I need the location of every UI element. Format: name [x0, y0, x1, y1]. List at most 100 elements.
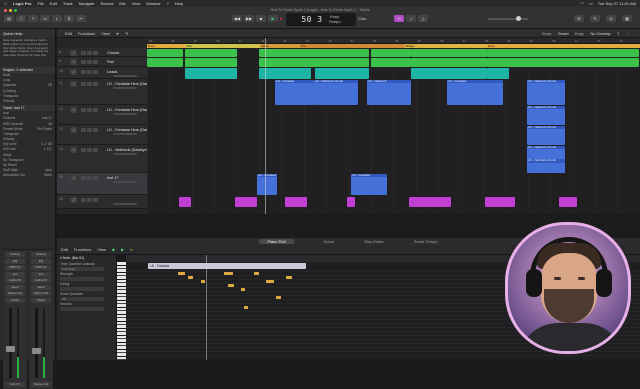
stop-button[interactable]: ■	[256, 15, 266, 22]
mute-button[interactable]	[81, 51, 86, 55]
strip-slot[interactable]: Stereo Out	[5, 291, 25, 296]
midi-note[interactable]	[201, 280, 205, 283]
midi-region[interactable]: LD - Nebhunk	[367, 79, 411, 105]
midi-region[interactable]: LD - Nebhunk Chunk	[314, 79, 358, 105]
midi-note[interactable]	[266, 280, 274, 283]
menu-clock[interactable]: Tue Sep 27 11:01 AM	[598, 1, 636, 6]
track-volume-slider[interactable]	[113, 181, 137, 183]
leads-region[interactable]	[259, 67, 311, 79]
midi-region[interactable]: LD - Fantasia	[257, 173, 277, 195]
mixer-button[interactable]: ⫼	[64, 15, 74, 22]
strip-slot[interactable]: Setting	[31, 252, 51, 257]
strip-slot[interactable]: Send	[5, 284, 25, 290]
volume-fader[interactable]	[6, 346, 15, 352]
midi-note[interactable]	[276, 296, 281, 299]
solo-button[interactable]	[87, 176, 92, 180]
pointer-tool-icon[interactable]: ➤	[116, 31, 119, 36]
midi-note[interactable]	[228, 284, 234, 287]
editors-button[interactable]: ✂	[76, 15, 86, 22]
zoom-window-button[interactable]	[14, 9, 17, 12]
solo-button[interactable]	[87, 198, 92, 202]
editor-functions-menu[interactable]: Functions	[74, 247, 91, 252]
drum-region[interactable]	[235, 197, 257, 207]
track-header[interactable]: 10 ♫ Leads	[57, 67, 147, 79]
track-header[interactable]: 14 ♫ LD - Nebhunk (Darksynth)	[57, 145, 151, 173]
mute-button[interactable]	[81, 60, 86, 64]
record-enable-button[interactable]	[93, 108, 98, 112]
tracks-view-menu[interactable]: View	[101, 31, 110, 36]
region-param-row[interactable]: Velocity	[0, 99, 55, 104]
record-enable-button[interactable]	[93, 198, 98, 202]
tab-step-editor[interactable]: Step Editor	[364, 239, 384, 244]
tracks-edit-menu[interactable]: Edit	[65, 31, 72, 36]
menu-navigate[interactable]: Navigate	[79, 1, 95, 6]
track-volume-slider[interactable]	[113, 133, 137, 135]
master-volume-slider[interactable]	[488, 16, 528, 21]
arrangement-marker[interactable]: Verse	[260, 44, 300, 48]
arrangement-area[interactable]: 33 35 37 39 41 43 45 47 49 51 53 55 57 59 61 63 65 67 69 71…	[147, 38, 640, 214]
track-name[interactable]: Pad	[107, 60, 114, 64]
cycle-button[interactable]: ⟲	[394, 15, 404, 22]
strip-slot[interactable]: Read	[31, 297, 51, 303]
midi-region[interactable]: LD - Fantasia	[351, 173, 387, 195]
midi-note[interactable]	[188, 276, 193, 279]
minimize-window-button[interactable]	[9, 9, 12, 12]
menu-help-glyph[interactable]: ?	[166, 1, 168, 6]
leads-region[interactable]	[411, 67, 487, 79]
waveform-zoom-icon[interactable]: ⇕	[617, 31, 620, 36]
piano-roll-playhead[interactable]	[206, 255, 207, 360]
arrangement-marker[interactable]: Drop	[147, 44, 185, 48]
playhead-line[interactable]	[265, 38, 266, 214]
strip-slot[interactable]: MIDI FX	[5, 265, 25, 270]
strip-slot[interactable]: Inst	[31, 271, 51, 277]
wifi-icon[interactable]: ◠	[580, 1, 584, 6]
menu-window[interactable]: Window	[146, 1, 160, 6]
leads-region[interactable]	[185, 67, 237, 79]
mute-button[interactable]	[81, 148, 86, 152]
chords-region[interactable]	[487, 48, 639, 57]
param-value[interactable]: Off	[48, 83, 52, 88]
strip-slot[interactable]: Send	[31, 284, 51, 290]
quick-help-button[interactable]: ?	[28, 15, 38, 22]
midi-region[interactable]: LD - Nebhunk Chunk	[527, 159, 565, 173]
chords-region[interactable]	[371, 48, 411, 57]
list-editors-button[interactable]: ☰	[574, 15, 584, 22]
midi-region[interactable]: LD - Nebhunk Chunk	[527, 125, 565, 145]
track-name[interactable]: Leads	[107, 70, 117, 74]
editor-edit-menu[interactable]: Edit	[61, 247, 68, 252]
master-volume-knob[interactable]	[516, 16, 521, 21]
midi-region[interactable]: LD - Nebhunk Chunk	[527, 105, 565, 125]
track-header[interactable]: 11 ♫ LD - Fantasia Hero (Dark Synthwave)	[57, 79, 170, 105]
pad-region[interactable]	[185, 57, 237, 67]
library-button[interactable]: ▤	[4, 15, 14, 22]
strip-slot[interactable]: EQ	[5, 258, 25, 264]
editor-view-menu[interactable]: View	[97, 247, 106, 252]
piano-keyboard[interactable]	[117, 262, 126, 360]
inspector-button[interactable]: ⓘ	[16, 15, 26, 22]
close-window-button[interactable]	[4, 9, 7, 12]
pad-region[interactable]	[147, 57, 183, 67]
leads-region[interactable]	[487, 67, 509, 79]
pad-region[interactable]	[487, 57, 639, 67]
metronome-button[interactable]: △	[418, 15, 428, 22]
strip-slot[interactable]: Inst	[5, 271, 25, 277]
menu-app[interactable]: Logic Pro	[13, 1, 31, 6]
midi-in-icon[interactable]: ◆	[112, 247, 115, 252]
snap-select[interactable]: Smart	[558, 31, 569, 36]
mute-button[interactable]	[81, 82, 86, 86]
mute-button[interactable]	[81, 108, 86, 112]
track-volume-slider[interactable]	[113, 203, 137, 205]
chords-region[interactable]	[185, 48, 237, 57]
track-header[interactable]: 9 ♫ Pad	[57, 57, 147, 67]
arrangement-marker[interactable]: Pre	[300, 44, 405, 48]
menu-file[interactable]: File	[37, 1, 43, 6]
record-enable-button[interactable]	[93, 51, 98, 55]
toolbar-button[interactable]: ▭	[40, 15, 50, 22]
link-icon[interactable]: ∞	[130, 247, 133, 252]
loop-browser-button[interactable]: ◎	[606, 15, 616, 22]
midi-note[interactable]	[178, 272, 185, 275]
leads-region[interactable]	[315, 67, 369, 79]
velocity-slider[interactable]	[60, 307, 104, 311]
tab-score[interactable]: Score	[324, 239, 334, 244]
piano-roll-region-header[interactable]: LD - Fantasia	[148, 263, 306, 269]
